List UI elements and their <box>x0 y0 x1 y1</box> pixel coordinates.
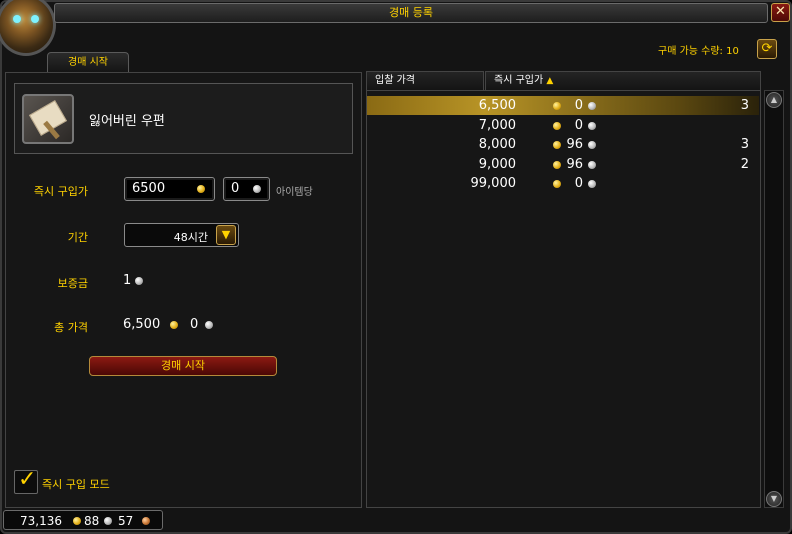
gold-coin-icon <box>553 102 561 110</box>
tab-start-auction[interactable]: 경매 시작 <box>47 52 129 72</box>
buyout-silver-input[interactable]: 0 <box>223 177 270 201</box>
silver-coin-icon <box>253 185 261 193</box>
gold-coin-icon <box>553 180 561 188</box>
gold-coin-icon <box>553 141 561 149</box>
gold-coin-icon <box>553 160 561 169</box>
column-header-buyout[interactable]: 즉시 구입가 ▲ <box>485 71 761 90</box>
start-auction-button[interactable]: 경매 시작 <box>89 356 277 376</box>
copper-coin-icon <box>142 517 150 525</box>
scroll-down-icon[interactable]: ▼ <box>766 491 782 507</box>
deposit-value: 1 <box>123 273 132 288</box>
gold-coin-icon <box>170 321 178 329</box>
silver-coin-icon <box>588 121 596 130</box>
listing-row[interactable]: 6,500 0 3 <box>367 96 759 115</box>
window-title: 경매 등록 <box>54 3 768 23</box>
buy-quantity-label: 구매 가능 수량: 10 <box>658 46 739 57</box>
checkmark-icon: ✓ <box>18 467 37 492</box>
duration-label: 기간 <box>67 231 88 244</box>
instant-buy-checkbox[interactable]: ✓ <box>14 467 38 494</box>
money-copper: 57 <box>118 514 134 528</box>
total-silver: 0 <box>190 317 199 332</box>
silver-coin-icon <box>588 180 596 188</box>
column-header-bid[interactable]: 입찰 가격 <box>366 71 484 90</box>
listing-gold: 6,500 <box>478 98 516 113</box>
listing-silver: 0 <box>574 98 583 113</box>
chevron-down-icon[interactable]: ▼ <box>216 225 236 245</box>
refresh-button[interactable]: ⟳ <box>757 39 777 59</box>
silver-coin-icon <box>588 102 596 110</box>
listing-silver: 0 <box>574 117 583 133</box>
sort-ascending-icon: ▲ <box>546 76 554 86</box>
close-button[interactable]: ✕ <box>771 3 790 22</box>
item-name: 잃어버린 우편 <box>89 114 165 129</box>
silver-coin-icon <box>588 160 596 169</box>
gold-coin-icon <box>197 185 205 193</box>
instant-buy-mode-label: 즉시 구입 모드 <box>42 478 110 491</box>
per-item-label: 아이템당 <box>276 187 313 198</box>
refresh-icon: ⟳ <box>761 41 773 56</box>
listing-silver: 0 <box>574 176 583 191</box>
listings-scrollbar[interactable] <box>764 90 784 508</box>
duration-value: 48시간 <box>173 231 208 244</box>
listing-silver: 96 <box>566 137 583 152</box>
gold-coin-icon <box>553 121 561 130</box>
buyout-label: 즉시 구입가 <box>33 185 88 198</box>
close-icon: ✕ <box>775 4 786 19</box>
buyout-gold-input[interactable]: 6500 <box>124 177 215 201</box>
listing-gold: 99,000 <box>470 176 517 191</box>
listing-row[interactable]: 7,000 0 <box>367 116 759 135</box>
money-gold: 73,136 <box>20 514 62 528</box>
listing-gold: 8,000 <box>478 137 516 152</box>
silver-coin-icon <box>135 277 143 285</box>
listing-quantity: 3 <box>740 98 749 113</box>
deposit-label: 보증금 <box>57 277 88 290</box>
silver-coin-icon <box>104 517 112 525</box>
listing-gold: 7,000 <box>478 117 516 133</box>
listing-quantity: 2 <box>740 156 749 172</box>
listing-row[interactable]: 9,000 96 2 <box>367 155 759 174</box>
listing-quantity: 3 <box>740 137 749 152</box>
duration-dropdown[interactable]: 48시간 ▼ <box>124 223 239 247</box>
listing-gold: 9,000 <box>478 156 516 172</box>
listing-row[interactable]: 99,000 0 <box>367 174 759 193</box>
money-silver: 88 <box>84 514 100 528</box>
total-label: 총 가격 <box>54 321 88 334</box>
total-gold: 6,500 <box>123 317 161 332</box>
listing-silver: 96 <box>566 156 583 172</box>
scroll-up-icon[interactable]: ▲ <box>766 92 782 108</box>
gold-coin-icon <box>73 517 81 525</box>
silver-coin-icon <box>205 321 213 329</box>
money-bar: 73,136 88 57 <box>3 510 163 530</box>
listing-row[interactable]: 8,000 96 3 <box>367 135 759 154</box>
letter-icon[interactable] <box>22 94 74 144</box>
silver-coin-icon <box>588 141 596 149</box>
